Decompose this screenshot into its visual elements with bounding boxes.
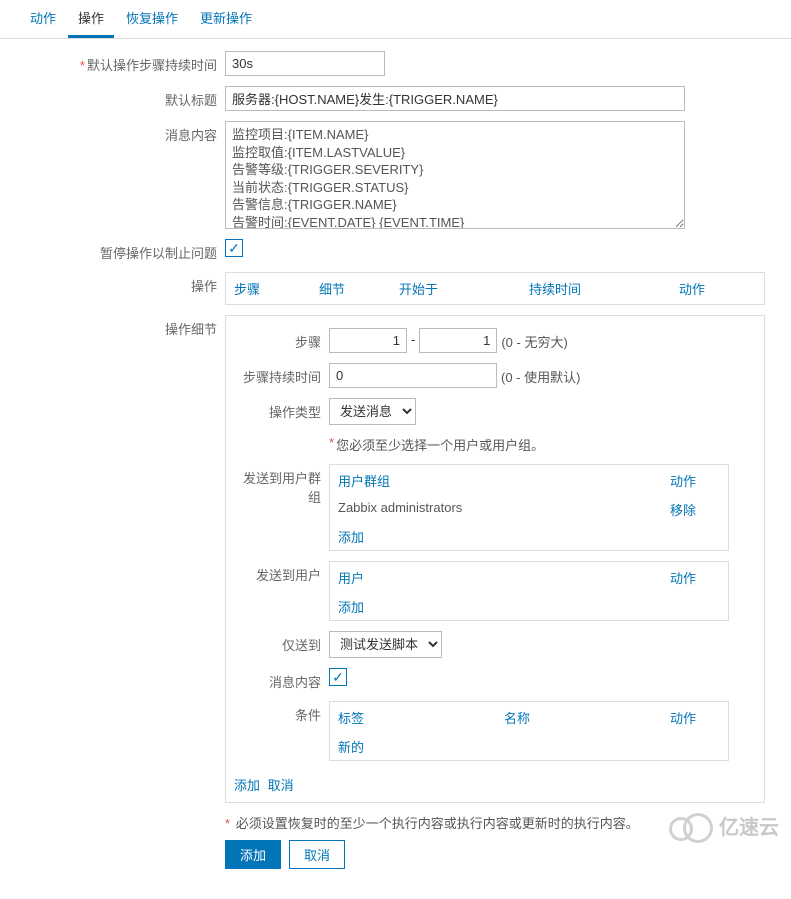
label-send-user: 发送到用户	[234, 561, 329, 584]
label-op-type: 操作类型	[234, 398, 329, 421]
required-recovery-note: 必须设置恢复时的至少一个执行内容或执行内容或更新时的执行内容。	[236, 816, 639, 831]
label-condition: 条件	[234, 701, 329, 724]
add-button[interactable]: 添加	[225, 840, 281, 869]
user-col-action: 动作	[670, 568, 720, 587]
label-pause: 暂停操作以制止问题	[20, 239, 225, 262]
ops-col-start: 开始于	[399, 279, 529, 298]
user-col-user: 用户	[338, 568, 670, 587]
input-step-duration[interactable]	[225, 51, 385, 76]
condition-table: 标签 名称 动作 新的	[329, 701, 729, 761]
group-add-link[interactable]: 添加	[338, 527, 364, 546]
step-hint: (0 - 无穷大)	[497, 328, 567, 351]
required-marker: *	[80, 58, 85, 73]
cond-new-link[interactable]: 新的	[338, 737, 364, 756]
label-operations: 操作	[20, 272, 225, 295]
select-only-send[interactable]: 测试发送脚本	[329, 631, 442, 658]
ops-col-step: 步骤	[234, 279, 319, 298]
tab-operation[interactable]: 操作	[68, 0, 114, 38]
label-message-content: 消息内容	[20, 121, 225, 144]
tab-recovery[interactable]: 恢复操作	[116, 0, 188, 38]
user-add-link[interactable]: 添加	[338, 597, 364, 616]
tab-action[interactable]: 动作	[20, 0, 66, 38]
detail-cancel-link[interactable]: 取消	[268, 778, 294, 793]
step-dur-hint: (0 - 使用默认)	[497, 363, 580, 386]
label-step-dur: 步骤持续时间	[234, 363, 329, 386]
operation-detail-box: 步骤 - (0 - 无穷大) 步骤持续时间 (0 - 使用默认) 操作类型 发送…	[225, 315, 765, 803]
tab-update[interactable]: 更新操作	[190, 0, 262, 38]
required-user-note: 您必须至少选择一个用户或用户组。	[336, 435, 544, 454]
operations-table: 步骤 细节 开始于 持续时间 动作	[225, 272, 765, 305]
label-send-group: 发送到用户群组	[234, 464, 329, 506]
ops-col-duration: 持续时间	[529, 279, 679, 298]
select-op-type[interactable]: 发送消息	[329, 398, 416, 425]
user-group-table: 用户群组 动作 Zabbix administrators 移除 添加	[329, 464, 729, 551]
label-only-send: 仅送到	[234, 631, 329, 654]
group-col-group: 用户群组	[338, 471, 670, 490]
cond-col-action: 动作	[670, 708, 720, 727]
input-step-dur[interactable]	[329, 363, 497, 388]
group-row-name: Zabbix administrators	[338, 500, 670, 519]
label-op-detail: 操作细节	[20, 315, 225, 338]
input-step-to[interactable]	[419, 328, 497, 353]
label-step: 步骤	[234, 328, 329, 351]
cancel-button[interactable]: 取消	[289, 840, 345, 869]
detail-add-link[interactable]: 添加	[234, 778, 260, 793]
ops-col-action: 动作	[679, 279, 756, 298]
label-default-title: 默认标题	[20, 86, 225, 109]
cond-col-name: 名称	[504, 708, 670, 727]
cond-col-label: 标签	[338, 708, 504, 727]
group-row-remove[interactable]: 移除	[670, 500, 720, 519]
required-marker: *	[329, 435, 334, 450]
textarea-message-content[interactable]	[225, 121, 685, 229]
input-step-from[interactable]	[329, 328, 407, 353]
dash-sep: -	[407, 328, 419, 351]
checkbox-msg-content[interactable]: ✓	[329, 668, 347, 686]
ops-col-detail: 细节	[319, 279, 399, 298]
required-marker: *	[225, 816, 230, 831]
label-msg-content: 消息内容	[234, 668, 329, 691]
user-table: 用户 动作 添加	[329, 561, 729, 621]
group-col-action: 动作	[670, 471, 720, 490]
checkbox-pause[interactable]: ✓	[225, 239, 243, 257]
label-step-duration: 默认操作步骤持续时间	[87, 58, 217, 73]
input-default-title[interactable]	[225, 86, 685, 111]
